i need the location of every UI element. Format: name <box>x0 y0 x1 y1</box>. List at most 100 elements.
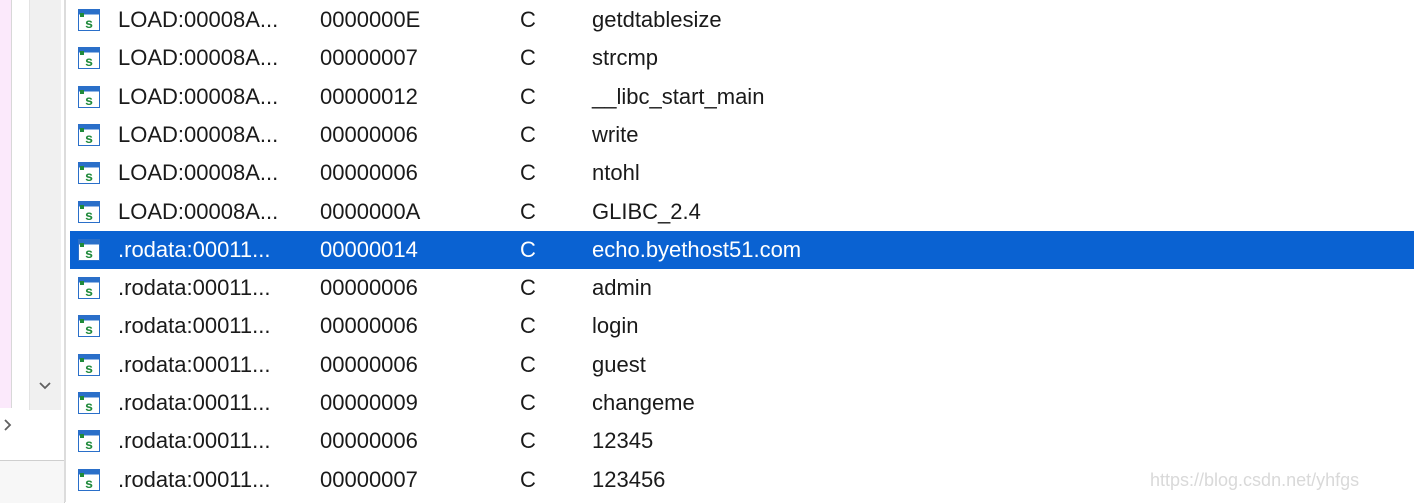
svg-text:s: s <box>85 130 93 146</box>
string-row[interactable]: s .rodata:00011... 00000006 C 12345 <box>70 422 1414 460</box>
string-length: 00000006 <box>320 121 418 147</box>
string-s-icon: s <box>78 468 100 491</box>
string-row[interactable]: s LOAD:00008A... 0000000A C GLIBC_2.4 <box>70 193 1414 231</box>
string-address: .rodata:00011... <box>118 275 271 301</box>
svg-text:s: s <box>85 436 93 452</box>
svg-text:s: s <box>85 207 93 223</box>
string-s-icon: s <box>78 353 100 376</box>
svg-text:s: s <box>85 92 93 108</box>
string-address: .rodata:00011... <box>118 390 271 415</box>
string-value: __libc_start_main <box>592 83 765 109</box>
svg-text:s: s <box>85 321 93 337</box>
string-type: C <box>520 198 536 224</box>
string-row[interactable]: s .rodata:00011... 00000014 Cecho.byethost5… <box>70 230 1414 269</box>
left-navigator-pane <box>0 0 66 503</box>
chevron-down-icon <box>38 382 51 390</box>
string-address: LOAD:00008A... <box>118 7 279 32</box>
string-s-icon: s <box>78 315 100 338</box>
string-length: 00000006 <box>320 160 418 186</box>
string-length: 00000006 <box>320 351 418 377</box>
string-s-icon: s <box>78 85 100 108</box>
string-s-icon: s <box>78 9 100 31</box>
svg-text:s: s <box>85 168 93 184</box>
strings-list: s LOAD:00008A... 0000000E Cgetdtablesize s LO… <box>70 0 1420 502</box>
string-row[interactable]: s .rodata:00011... 00000006 Cadmin <box>70 269 1414 307</box>
scroll-down-arrow-icon[interactable] <box>29 371 60 401</box>
string-address: .rodata:00011... <box>118 428 271 454</box>
string-row[interactable]: s LOAD:00008A... 00000012 C __libc_start_mai… <box>70 78 1414 116</box>
svg-text:s: s <box>85 398 93 414</box>
string-type: C <box>520 428 536 454</box>
pane-footer <box>0 460 65 503</box>
string-value: login <box>592 313 639 339</box>
string-s-icon: s <box>78 238 100 261</box>
string-address: .rodata:00011... <box>118 236 271 262</box>
string-s-icon: s <box>78 430 100 453</box>
string-type: C <box>520 313 536 339</box>
string-value: strcmp <box>592 45 658 71</box>
string-value: 123456 <box>592 466 666 492</box>
string-type: C <box>520 45 536 71</box>
string-value: GLIBC_2.4 <box>592 198 701 224</box>
string-length: 00000007 <box>320 45 418 71</box>
string-length: 00000014 <box>320 236 418 262</box>
string-value: ntohl <box>592 160 640 186</box>
svg-text:s: s <box>85 360 93 376</box>
string-value: echo.byethost51.com <box>592 236 802 262</box>
string-address: LOAD:00008A... <box>118 45 279 71</box>
string-type: C <box>520 275 536 301</box>
scroll-right-arrow-icon[interactable] <box>0 410 60 440</box>
string-row[interactable]: s .rodata:00011... 00000009 Cchangeme <box>70 384 1414 422</box>
string-value: admin <box>592 275 652 301</box>
string-s-icon: s <box>78 200 100 223</box>
string-row[interactable]: s LOAD:00008A... 00000007 Cstrcmp <box>70 39 1414 77</box>
svg-text:s: s <box>85 283 93 299</box>
string-address: .rodata:00011... <box>118 313 271 339</box>
string-value: 12345 <box>592 428 654 454</box>
string-address: LOAD:00008A... <box>118 83 279 109</box>
string-type: C <box>520 83 536 109</box>
string-length: 0000000A <box>320 198 421 224</box>
string-type: C <box>520 390 536 415</box>
string-address: .rodata:00011... <box>118 351 271 377</box>
string-length: 00000006 <box>320 275 418 301</box>
string-row[interactable]: s LOAD:00008A... 0000000E Cgetdtablesize <box>70 1 1414 39</box>
string-address: LOAD:00008A... <box>118 160 279 186</box>
string-type: C <box>520 121 536 147</box>
svg-text:s: s <box>85 53 93 69</box>
svg-text:s: s <box>85 245 93 261</box>
string-address: LOAD:00008A... <box>118 198 279 224</box>
string-length: 00000006 <box>320 313 418 339</box>
string-type: C <box>520 236 536 262</box>
string-length: 0000000E <box>320 7 421 32</box>
string-s-icon: s <box>78 392 100 414</box>
vertical-scrollbar[interactable] <box>29 0 61 410</box>
string-s-icon: s <box>78 47 100 70</box>
string-s-icon: s <box>78 162 100 185</box>
string-address: LOAD:00008A... <box>118 121 279 147</box>
string-address: .rodata:00011... <box>118 466 271 492</box>
string-row[interactable]: s .rodata:00011... 00000006 Clogin <box>70 307 1414 345</box>
svg-text:s: s <box>85 15 93 31</box>
string-length: 00000006 <box>320 428 418 454</box>
navigator-highlight-strip <box>0 0 11 408</box>
string-length: 00000007 <box>320 466 418 492</box>
string-s-icon: s <box>78 123 100 146</box>
string-value: write <box>592 121 639 147</box>
string-length: 00000009 <box>320 390 418 415</box>
string-s-icon: s <box>78 277 100 300</box>
chevron-right-icon <box>4 419 12 431</box>
string-type: C <box>520 160 536 186</box>
string-length: 00000012 <box>320 83 418 109</box>
string-type: C <box>520 7 536 32</box>
pane-splitter[interactable] <box>64 0 66 502</box>
string-row[interactable]: s LOAD:00008A... 00000006 Cntohl <box>70 154 1414 192</box>
string-value: guest <box>592 351 646 377</box>
string-row[interactable]: s LOAD:00008A... 00000006 Cwrite <box>70 116 1414 154</box>
string-type: C <box>520 351 536 377</box>
svg-text:s: s <box>85 475 93 491</box>
watermark: https://blog.csdn.net/yhfgs <box>1150 470 1360 490</box>
navigator-strip-border <box>11 0 12 408</box>
string-type: C <box>520 466 536 492</box>
string-row[interactable]: s .rodata:00011... 00000006 Cguest <box>70 346 1414 384</box>
